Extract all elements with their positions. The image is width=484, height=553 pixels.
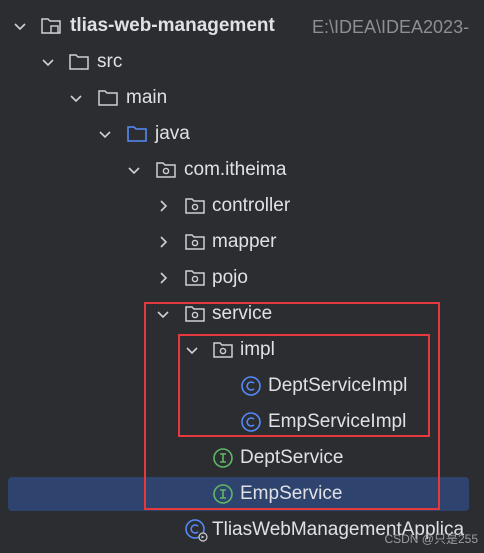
package-icon [185, 198, 205, 214]
package-icon [185, 234, 205, 250]
watermark: CSDN @只是255 [384, 532, 478, 546]
tree-row-main[interactable]: main [0, 80, 484, 116]
chevron-down-icon[interactable] [12, 18, 28, 34]
tree-label-java: java [155, 123, 190, 144]
tree-row-mapper[interactable]: mapper [0, 224, 484, 260]
chevron-right-icon[interactable] [155, 198, 171, 214]
tree-row-package[interactable]: com.itheima [0, 152, 484, 188]
project-name: tlias-web-management [70, 15, 275, 36]
tree-label-src: src [97, 51, 123, 72]
source-folder-icon [127, 126, 147, 142]
tree-row-controller[interactable]: controller [0, 188, 484, 224]
chevron-down-icon[interactable] [126, 162, 142, 178]
tree-row-project[interactable]: tlias-web-management E:\IDEA\IDEA2023- [0, 8, 484, 44]
chevron-right-icon[interactable] [155, 270, 171, 286]
spring-application-class-icon [185, 519, 208, 542]
chevron-down-icon[interactable] [68, 90, 84, 106]
tree-label-main: main [126, 87, 168, 108]
tree-row-java[interactable]: java [0, 116, 484, 152]
package-icon [185, 270, 205, 286]
tree-row-src[interactable]: src [0, 44, 484, 80]
tree-label-package: com.itheima [184, 159, 287, 180]
tree-label-controller: controller [212, 195, 291, 216]
impl-highlight-box [178, 334, 430, 437]
project-tree: tlias-web-management E:\IDEA\IDEA2023- s… [0, 0, 484, 553]
chevron-down-icon[interactable] [97, 126, 113, 142]
folder-icon [69, 54, 89, 70]
tree-row-pojo[interactable]: pojo [0, 260, 484, 296]
module-folder-icon [41, 18, 61, 34]
project-path: E:\IDEA\IDEA2023- [312, 17, 470, 37]
tree-label-pojo: pojo [212, 267, 248, 288]
chevron-right-icon[interactable] [155, 234, 171, 250]
chevron-down-icon[interactable] [40, 54, 56, 70]
package-icon [156, 162, 176, 178]
tree-label-mapper: mapper [212, 231, 277, 252]
folder-icon [98, 90, 118, 106]
